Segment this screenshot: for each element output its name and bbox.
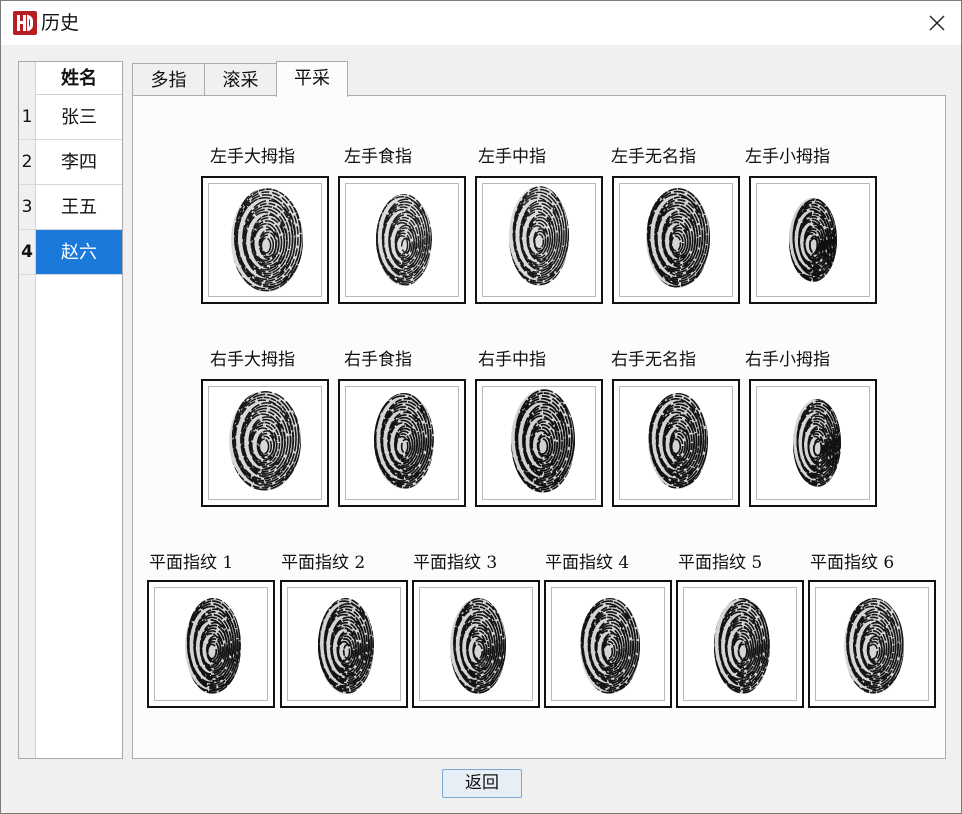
fingerprint-image[interactable] [338, 176, 466, 304]
fingerprint-image[interactable] [338, 379, 466, 507]
title-bar: 历史 [1, 1, 961, 45]
fingerprint-image[interactable] [201, 379, 329, 507]
fingerprint-ridges [318, 598, 374, 694]
app-logo-icon [13, 11, 37, 35]
flat-print-label: 平面指纹 6 [810, 553, 895, 573]
finger-label: 左手食指 [344, 147, 412, 167]
fingerprint-ridges [509, 186, 569, 286]
fingerprint-ridges [376, 194, 432, 286]
tab-flat[interactable]: 平采 [276, 61, 348, 97]
row-name: 李四 [36, 140, 122, 185]
finger-label: 左手无名指 [611, 147, 696, 167]
fingerprint-ridges [714, 598, 770, 694]
window-title: 历史 [41, 12, 80, 34]
row-number: 3 [19, 185, 36, 230]
flat-fingerprint-image[interactable] [544, 580, 672, 708]
flat-fingerprint-image[interactable] [280, 580, 408, 708]
row-name: 王五 [36, 185, 122, 230]
flat-fingerprint-image[interactable] [412, 580, 540, 708]
name-row[interactable]: 1 张三 [19, 95, 122, 140]
back-button[interactable]: 返回 [442, 769, 522, 798]
fingerprint-ridges [374, 393, 434, 489]
close-button[interactable] [921, 9, 953, 37]
fingerprint-image[interactable] [749, 379, 877, 507]
fingerprint-image[interactable] [612, 176, 740, 304]
row-name: 张三 [36, 95, 122, 140]
fingerprint-ridges [231, 188, 303, 292]
fingerprint-ridges [580, 598, 640, 694]
flat-fingerprint-image[interactable] [147, 580, 275, 708]
finger-label: 右手小拇指 [745, 350, 830, 370]
fingerprint-ridges [789, 198, 837, 282]
flat-print-label: 平面指纹 4 [545, 553, 630, 573]
fingerprint-ridges [185, 598, 241, 694]
row-number: 2 [19, 140, 36, 185]
name-row[interactable]: 3 王五 [19, 185, 122, 230]
fingerprint-ridges [450, 598, 506, 694]
row-name: 赵六 [36, 230, 122, 275]
fingerprint-image[interactable] [475, 176, 603, 304]
close-icon [929, 15, 945, 31]
row-number: 1 [19, 95, 36, 140]
finger-label: 右手无名指 [611, 350, 696, 370]
finger-label: 左手小拇指 [745, 147, 830, 167]
name-column-header[interactable]: 姓名 [36, 62, 122, 95]
flat-fingerprint-image[interactable] [808, 580, 936, 708]
flat-print-label: 平面指纹 2 [281, 553, 366, 573]
flat-print-label: 平面指纹 5 [678, 553, 763, 573]
finger-label: 右手食指 [344, 350, 412, 370]
fingerprint-image[interactable] [612, 379, 740, 507]
fingerprint-ridges [648, 393, 708, 489]
finger-label: 左手中指 [478, 147, 546, 167]
flat-print-label: 平面指纹 3 [413, 553, 498, 573]
tab-multi-finger[interactable]: 多指 [132, 63, 205, 96]
name-list: 姓名 1 张三 2 李四 3 王五 4 赵六 [18, 61, 123, 759]
finger-label: 左手大拇指 [210, 147, 295, 167]
name-row[interactable]: 2 李四 [19, 140, 122, 185]
history-window: 历史 姓名 1 张三 2 李四 3 王五 4 赵六 多指 滚采 平采 左手大拇指… [0, 0, 962, 814]
fingerprint-ridges [844, 598, 904, 694]
fingerprint-ridges [646, 188, 710, 288]
flat-print-label: 平面指纹 1 [149, 553, 234, 573]
fingerprint-ridges [793, 399, 841, 487]
fingerprint-image[interactable] [475, 379, 603, 507]
finger-label: 右手中指 [478, 350, 546, 370]
flat-fingerprint-image[interactable] [676, 580, 804, 708]
fingerprint-ridges [511, 389, 575, 493]
tab-rolled[interactable]: 滚采 [204, 63, 277, 96]
name-row-selected[interactable]: 4 赵六 [19, 230, 122, 275]
fingerprint-image[interactable] [749, 176, 877, 304]
finger-label: 右手大拇指 [210, 350, 295, 370]
row-number: 4 [19, 230, 36, 275]
fingerprint-ridges [229, 391, 301, 491]
fingerprint-image[interactable] [201, 176, 329, 304]
